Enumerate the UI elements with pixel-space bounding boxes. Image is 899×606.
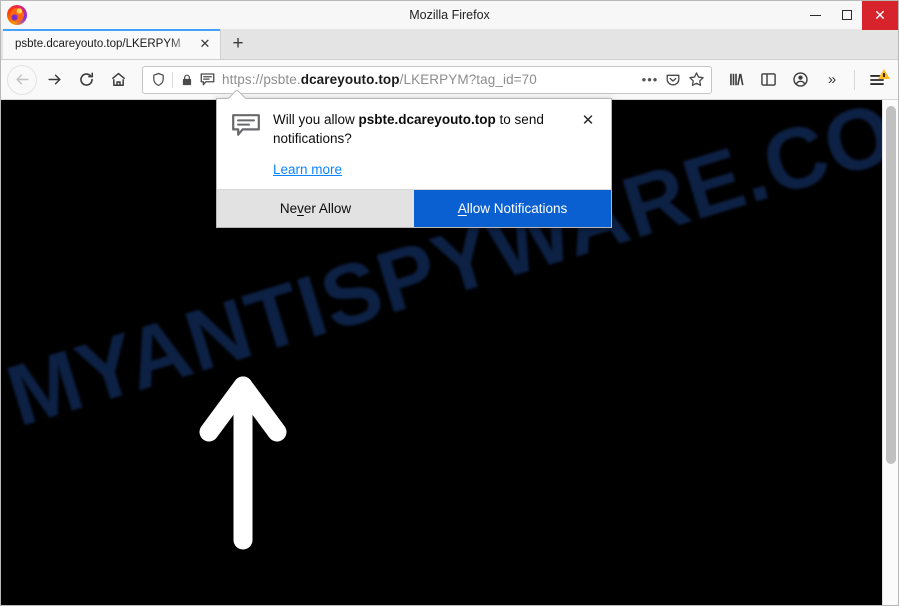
question-prefix: Will you allow: [273, 112, 359, 127]
learn-more-link[interactable]: Learn more: [273, 162, 342, 177]
home-button[interactable]: [103, 65, 133, 95]
reload-button[interactable]: [71, 65, 101, 95]
speech-bubble-icon: [231, 111, 261, 179]
popup-close-icon[interactable]: ✕: [577, 111, 599, 133]
scrollbar-thumb[interactable]: [886, 106, 896, 464]
allow-label: Allow Notifications: [457, 201, 568, 217]
forward-button[interactable]: [39, 65, 69, 95]
sidebar-icon: [760, 73, 776, 86]
library-button[interactable]: [721, 65, 751, 95]
back-button[interactable]: [7, 64, 37, 95]
browser-window: Mozilla Firefox ✕ psbte.dcareyouto.top/L…: [0, 0, 899, 606]
app-menu-button[interactable]: [862, 65, 892, 95]
minimize-button[interactable]: [800, 1, 831, 30]
popup-actions: Never Allow Allow Notifications: [217, 189, 611, 228]
tab-strip: psbte.dcareyouto.top/LKERPYM ✕ +: [1, 29, 898, 60]
maximize-button[interactable]: [831, 1, 862, 30]
minimize-icon: [810, 14, 821, 16]
close-tab-icon[interactable]: ✕: [196, 35, 214, 53]
urlbar-actions: •••: [639, 71, 707, 88]
maximize-icon: [841, 10, 852, 20]
sidebar-button[interactable]: [753, 65, 783, 95]
shield-icon[interactable]: [148, 72, 168, 87]
never-allow-label: Never Allow: [279, 201, 352, 217]
popup-body: Will you allow psbte.dcareyouto.top to s…: [217, 99, 611, 189]
url-scheme: https://: [222, 72, 264, 87]
title-bar: Mozilla Firefox ✕: [1, 1, 898, 30]
popup-question: Will you allow psbte.dcareyouto.top to s…: [273, 111, 565, 148]
notification-permission-popup: Will you allow psbte.dcareyouto.top to s…: [216, 90, 612, 229]
notification-permission-icon[interactable]: [197, 71, 217, 88]
new-tab-button[interactable]: +: [221, 29, 255, 59]
toolbar-divider: [854, 69, 855, 90]
account-button[interactable]: [785, 65, 815, 95]
pocket-icon[interactable]: [662, 72, 684, 88]
allow-notifications-button[interactable]: Allow Notifications: [414, 190, 611, 228]
never-allow-button[interactable]: Never Allow: [217, 190, 414, 228]
reload-icon: [79, 72, 93, 86]
bookmark-star-icon[interactable]: [685, 71, 707, 88]
tab-title: psbte.dcareyouto.top/LKERPYM: [15, 38, 181, 50]
account-icon: [792, 72, 808, 87]
vertical-scrollbar[interactable]: [882, 100, 898, 605]
overflow-button[interactable]: »: [817, 65, 847, 95]
back-arrow-icon: [15, 74, 29, 85]
lock-icon[interactable]: [177, 73, 197, 87]
browser-tab[interactable]: psbte.dcareyouto.top/LKERPYM ✕: [3, 29, 221, 59]
home-icon: [111, 72, 125, 86]
warning-badge-icon: [878, 68, 890, 79]
popup-main: Will you allow psbte.dcareyouto.top to s…: [273, 111, 565, 179]
urlbar-divider: [172, 71, 173, 88]
close-button[interactable]: ✕: [862, 1, 898, 30]
navigation-toolbar: https://psbte.dcareyouto.top/LKERPYM?tag…: [1, 60, 898, 100]
url-path: /LKERPYM?tag_id=70: [399, 72, 537, 87]
popup-origin: psbte.dcareyouto.top: [358, 112, 496, 127]
url-text[interactable]: https://psbte.dcareyouto.top/LKERPYM?tag…: [217, 72, 639, 87]
firefox-logo-icon: [7, 5, 27, 25]
url-subdomain: psbte.: [263, 72, 301, 87]
window-title: Mozilla Firefox: [409, 8, 490, 22]
page-actions-icon[interactable]: •••: [639, 72, 661, 87]
library-icon: [729, 73, 744, 86]
url-bar[interactable]: https://psbte.dcareyouto.top/LKERPYM?tag…: [142, 65, 712, 94]
window-controls: ✕: [800, 1, 898, 30]
url-domain: dcareyouto.top: [300, 72, 400, 87]
up-arrow-icon: [199, 376, 287, 550]
forward-arrow-icon: [47, 74, 61, 85]
